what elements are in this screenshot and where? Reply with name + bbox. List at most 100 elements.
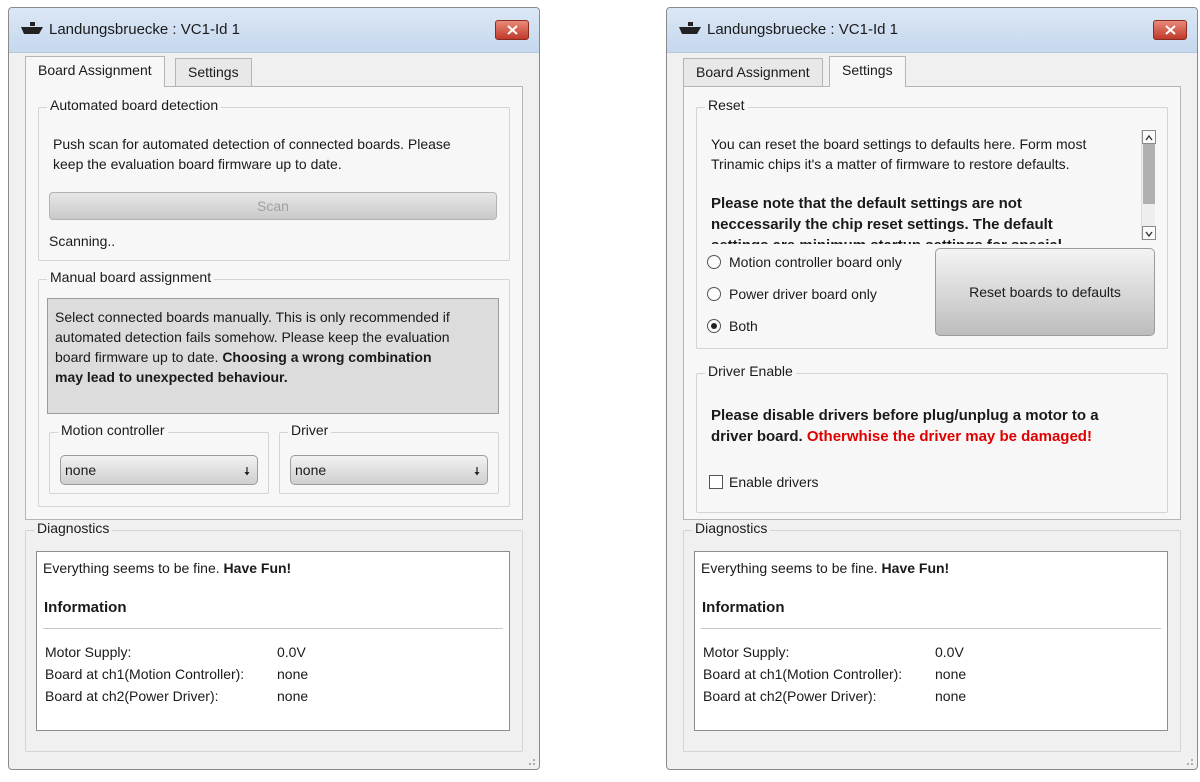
title-bar[interactable]: Landungsbruecke : VC1-Id 1 bbox=[9, 8, 539, 53]
tab-board-assignment[interactable]: Board Assignment bbox=[683, 58, 823, 86]
board-assignment-panel: Automated board detection Push scan for … bbox=[25, 86, 523, 520]
window-title: Landungsbruecke : VC1-Id 1 bbox=[49, 21, 240, 38]
row-value: none bbox=[277, 688, 309, 704]
scroll-up-button[interactable] bbox=[1142, 130, 1156, 144]
manual-info-box: Select connected boards manually. This i… bbox=[47, 298, 499, 414]
tab-label: Settings bbox=[842, 62, 893, 78]
scroll-down-button[interactable] bbox=[1142, 226, 1156, 240]
automated-detection-group: Automated board detection Push scan for … bbox=[38, 97, 510, 261]
dropdown-arrow-icon bbox=[474, 467, 480, 476]
row-label: Board at ch2(Power Driver): bbox=[703, 688, 877, 704]
row-label: Motor Supply: bbox=[45, 644, 132, 660]
group-title: Driver bbox=[288, 422, 332, 438]
close-button[interactable] bbox=[1153, 20, 1187, 40]
info-line3-bold: Choosing a wrong combination bbox=[222, 349, 432, 365]
window-board-assignment: Landungsbruecke : VC1-Id 1 Board Assignm… bbox=[8, 7, 540, 770]
row-label: Board at ch1(Motion Controller): bbox=[703, 666, 903, 682]
select-value: none bbox=[295, 462, 327, 478]
reset-text-area[interactable]: You can reset the board settings to defa… bbox=[705, 124, 1155, 244]
tab-label: Board Assignment bbox=[696, 64, 810, 80]
diagnostics-box: Everything seems to be fine. Have Fun! I… bbox=[694, 551, 1168, 731]
row-label: Board at ch2(Power Driver): bbox=[45, 688, 219, 704]
title-bar[interactable]: Landungsbruecke : VC1-Id 1 bbox=[667, 8, 1197, 53]
driver-group: Driver none bbox=[279, 422, 499, 494]
resize-grip-icon[interactable] bbox=[526, 756, 536, 766]
row-value: none bbox=[935, 666, 967, 682]
diag-msg-normal: Everything seems to be fine. bbox=[701, 560, 878, 576]
driver-select[interactable]: none bbox=[290, 455, 488, 485]
diagnostics-message: Everything seems to be fine. Have Fun! bbox=[701, 558, 949, 578]
diagnostics-group: Diagnostics Everything seems to be fine.… bbox=[683, 520, 1181, 752]
reset-boards-button[interactable]: Reset boards to defaults bbox=[935, 248, 1155, 336]
diagnostics-box: Everything seems to be fine. Have Fun! I… bbox=[36, 551, 510, 731]
diag-msg-bold: Have Fun! bbox=[881, 560, 950, 576]
dropdown-arrow-icon bbox=[244, 467, 250, 476]
tab-settings[interactable]: Settings bbox=[175, 58, 252, 86]
auto-desc-line1: Push scan for automated detection of con… bbox=[53, 136, 451, 152]
reset-group: Reset You can reset the board settings t… bbox=[696, 97, 1168, 349]
tab-settings[interactable]: Settings bbox=[829, 56, 906, 87]
select-value: none bbox=[65, 462, 97, 478]
settings-panel: Reset You can reset the board settings t… bbox=[683, 86, 1181, 520]
reset-note-line1: Please note that the default settings ar… bbox=[711, 195, 1022, 212]
diagnostics-group: Diagnostics Everything seems to be fine.… bbox=[25, 520, 523, 752]
info-line2: automated detection fails somehow. Pleas… bbox=[55, 329, 450, 345]
reset-note-line2: neccessarily the chip reset settings. Th… bbox=[711, 216, 1053, 233]
reset-scrollbar[interactable] bbox=[1141, 130, 1156, 240]
info-line4: may lead to unexpected behaviour. bbox=[55, 369, 288, 385]
radio-label: Power driver board only bbox=[729, 286, 877, 302]
close-icon bbox=[507, 25, 518, 35]
tab-label: Board Assignment bbox=[38, 62, 152, 78]
row-value: none bbox=[277, 666, 309, 682]
row-value: 0.0V bbox=[277, 644, 306, 660]
group-title: Motion controller bbox=[58, 422, 168, 438]
scan-button[interactable]: Scan bbox=[49, 192, 497, 220]
information-heading: Information bbox=[44, 599, 127, 616]
motion-controller-select[interactable]: none bbox=[60, 455, 258, 485]
driver-enable-group: Driver Enable Please disable drivers bef… bbox=[696, 363, 1168, 513]
radio-both[interactable] bbox=[707, 319, 721, 333]
scroll-thumb[interactable] bbox=[1143, 144, 1155, 204]
diagnostics-message: Everything seems to be fine. Have Fun! bbox=[43, 558, 291, 578]
information-heading: Information bbox=[702, 599, 785, 616]
manual-assignment-group: Manual board assignment Select connected… bbox=[38, 269, 510, 507]
row-label: Motor Supply: bbox=[703, 644, 790, 660]
tab-label: Settings bbox=[188, 64, 239, 80]
info-line1: Select connected boards manually. This i… bbox=[55, 309, 450, 325]
group-title: Reset bbox=[705, 97, 748, 113]
group-title: Diagnostics bbox=[692, 520, 771, 536]
info-line3: board firmware up to date. Choosing a wr… bbox=[55, 347, 491, 367]
driver-warning-line2: driver board. Otherwhise the driver may … bbox=[711, 427, 1092, 447]
radio-label: Both bbox=[729, 318, 758, 334]
window-title: Landungsbruecke : VC1-Id 1 bbox=[707, 21, 898, 38]
tab-bar: Board Assignment Settings bbox=[25, 56, 523, 87]
chevron-up-icon bbox=[1145, 134, 1153, 141]
group-title: Manual board assignment bbox=[47, 269, 215, 285]
row-value: none bbox=[935, 688, 967, 704]
window-settings: Landungsbruecke : VC1-Id 1 Board Assignm… bbox=[666, 7, 1198, 770]
info-line3-normal: board firmware up to date. bbox=[55, 349, 219, 365]
group-title: Diagnostics bbox=[34, 520, 113, 536]
close-button[interactable] bbox=[495, 20, 529, 40]
group-title: Automated board detection bbox=[47, 97, 222, 113]
radio-label: Motion controller board only bbox=[729, 254, 902, 270]
row-label: Board at ch1(Motion Controller): bbox=[45, 666, 245, 682]
reset-text-line1: You can reset the board settings to defa… bbox=[711, 136, 1087, 152]
scan-status: Scanning.. bbox=[49, 233, 116, 249]
tab-board-assignment[interactable]: Board Assignment bbox=[25, 56, 165, 87]
ship-icon bbox=[21, 22, 43, 34]
tab-bar: Board Assignment Settings bbox=[683, 56, 1181, 87]
diag-msg-bold: Have Fun! bbox=[223, 560, 292, 576]
checkbox-label: Enable drivers bbox=[729, 474, 819, 490]
radio-motion-controller-only[interactable] bbox=[707, 255, 721, 269]
resize-grip-icon[interactable] bbox=[1184, 756, 1194, 766]
row-value: 0.0V bbox=[935, 644, 964, 660]
auto-desc-line2: keep the evaluation board firmware up to… bbox=[53, 156, 342, 172]
radio-power-driver-only[interactable] bbox=[707, 287, 721, 301]
divider bbox=[43, 628, 503, 629]
reset-note-line3: settings are minimum startup settings fo… bbox=[711, 236, 1062, 244]
reset-text-line2: Trinamic chips it's a matter of firmware… bbox=[711, 156, 1070, 172]
driver-warning-normal: driver board. bbox=[711, 428, 803, 445]
enable-drivers-checkbox[interactable] bbox=[709, 475, 723, 489]
chevron-down-icon bbox=[1145, 231, 1153, 238]
